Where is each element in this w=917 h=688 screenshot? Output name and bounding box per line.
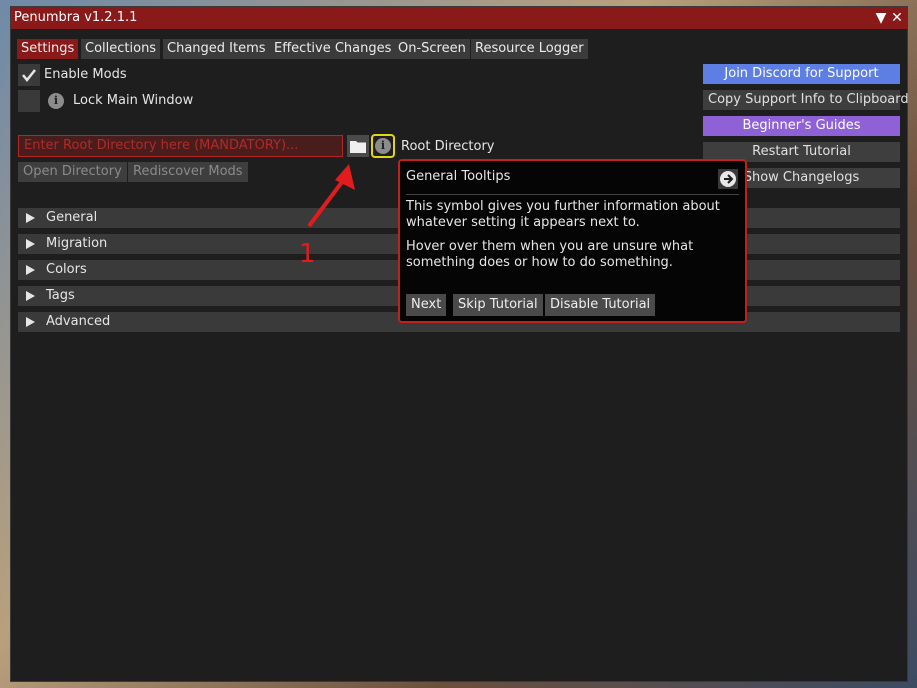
section-label: Colors: [46, 262, 87, 277]
triangle-right-icon: [26, 265, 35, 275]
title-bar[interactable]: Penumbra v1.2.1.1 ▼ ✕: [11, 7, 907, 29]
tab-collections[interactable]: Collections: [81, 39, 161, 59]
annotation-number: 1: [299, 239, 316, 269]
discord-button[interactable]: Join Discord for Support: [703, 64, 900, 84]
annotation-arrow-icon: [307, 164, 355, 228]
tooltip-divider: [406, 194, 739, 195]
tooltip-paragraph: Hover over them when you are unsure what…: [406, 239, 694, 270]
info-icon[interactable]: i: [375, 138, 391, 154]
tab-settings[interactable]: Settings: [17, 39, 79, 59]
arrow-right-icon: [720, 171, 736, 187]
tooltip-paragraph: This symbol gives you further informatio…: [406, 199, 720, 230]
triangle-right-icon: [26, 213, 35, 223]
penumbra-window: Penumbra v1.2.1.1 ▼ ✕ Settings Collectio…: [10, 6, 909, 682]
tab-changed-items[interactable]: Changed Items: [163, 39, 270, 59]
close-icon[interactable]: ✕: [889, 7, 905, 29]
tab-resource-logger[interactable]: Resource Logger: [471, 39, 588, 59]
folder-button[interactable]: [347, 135, 369, 157]
open-directory-button[interactable]: Open Directory: [18, 162, 127, 182]
collapse-icon[interactable]: ▼: [873, 7, 889, 29]
beginners-guides-button[interactable]: Beginner's Guides: [703, 116, 900, 136]
triangle-right-icon: [26, 317, 35, 327]
section-label: Tags: [46, 288, 75, 303]
section-label: Migration: [46, 236, 108, 251]
next-step-button[interactable]: [718, 169, 738, 189]
tooltip-next-button[interactable]: Next: [406, 294, 447, 316]
tooltip-disable-button[interactable]: Disable Tutorial: [545, 294, 656, 316]
tab-on-screen[interactable]: On-Screen: [394, 39, 470, 59]
rediscover-mods-button[interactable]: Rediscover Mods: [128, 162, 248, 182]
tooltip-skip-button[interactable]: Skip Tutorial: [453, 294, 543, 316]
root-directory-input[interactable]: Enter Root Directory here (MANDATORY)...: [18, 135, 343, 157]
info-highlight: i: [371, 134, 395, 158]
tutorial-tooltip: General Tooltips This symbol gives you f…: [398, 159, 747, 323]
tab-effective-changes[interactable]: Effective Changes: [270, 39, 396, 59]
copy-support-button[interactable]: Copy Support Info to Clipboard: [703, 90, 909, 110]
folder-icon: [350, 141, 366, 153]
window-title: Penumbra v1.2.1.1: [14, 10, 138, 25]
triangle-right-icon: [26, 239, 35, 249]
triangle-right-icon: [26, 291, 35, 301]
lock-main-window-checkbox[interactable]: [18, 90, 40, 112]
info-icon[interactable]: i: [48, 93, 64, 109]
section-label: Advanced: [46, 314, 111, 329]
tooltip-title: General Tooltips: [406, 169, 511, 184]
section-label: General: [46, 210, 98, 225]
checkmark-icon: [22, 69, 36, 83]
enable-mods-checkbox[interactable]: [18, 64, 40, 86]
lock-main-window-label: Lock Main Window: [73, 93, 194, 108]
root-directory-label: Root Directory: [401, 139, 495, 154]
enable-mods-label: Enable Mods: [44, 67, 127, 82]
